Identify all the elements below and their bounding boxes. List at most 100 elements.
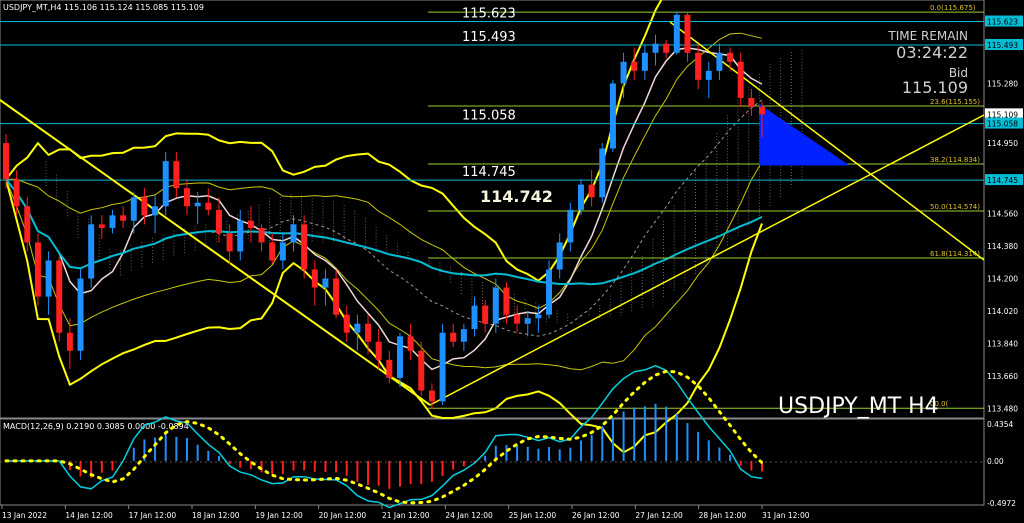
candle-body: [66, 332, 73, 351]
candle-body: [98, 224, 105, 228]
time-remain-value: 03:24:22: [896, 43, 968, 62]
fib-label: 38.2(114.834): [930, 156, 980, 164]
price-axis-label: 113.840: [987, 340, 1018, 349]
highlight-price-label: 114.742: [480, 187, 553, 206]
fib-label: 50.0(114.574): [930, 203, 980, 211]
time-axis-label: 31 Jan 12:00: [762, 511, 810, 520]
bid-value: 115.109: [902, 78, 968, 97]
candle-body: [588, 184, 595, 198]
time-axis-label: 20 Jan 12:00: [319, 511, 367, 520]
candle-body: [322, 278, 329, 288]
candle-body: [258, 227, 265, 243]
time-axis-label: 19 Jan 12:00: [255, 511, 303, 520]
price-axis-label: 113.660: [987, 372, 1018, 381]
candle-body: [205, 202, 212, 210]
price-axis-label: 114.200: [987, 275, 1018, 284]
macd-axis-label: 0.4354: [987, 420, 1013, 429]
candle-body: [759, 106, 765, 115]
time-axis-label: 26 Jan 12:00: [572, 511, 620, 520]
candle-body: [333, 278, 340, 315]
candle-body: [194, 202, 201, 207]
price-axis-label: 114.380: [987, 242, 1018, 251]
price-axis-label: 115.493: [987, 41, 1018, 50]
candle-body: [184, 188, 191, 207]
candle-body: [162, 161, 169, 207]
candle-body: [450, 332, 457, 342]
symbol-watermark: USDJPY_MT H4: [778, 394, 939, 419]
candle-body: [439, 332, 446, 402]
candle-body: [418, 350, 425, 391]
candle-body: [269, 242, 276, 261]
symbol-info-header: USDJPY_MT,H4 115.106 115.124 115.085 115…: [3, 3, 204, 12]
candle-body: [141, 197, 148, 216]
candle-body: [120, 215, 127, 221]
candle-body: [577, 184, 584, 210]
candle-body: [173, 161, 180, 189]
candle-body: [34, 242, 41, 297]
candle-body: [641, 52, 648, 71]
fib-label: 0.0(115.675): [930, 4, 976, 12]
candle-body: [428, 390, 435, 402]
candle-body: [365, 323, 372, 342]
candle-body: [695, 52, 702, 80]
candle-body: [386, 359, 393, 378]
candle-body: [556, 242, 563, 270]
candle-body: [237, 220, 244, 252]
candle-body: [56, 260, 63, 333]
candle-body: [13, 179, 20, 207]
price-axis-label: 114.950: [987, 139, 1018, 148]
candle-body: [311, 269, 318, 288]
candle-body: [503, 287, 510, 315]
candle-body: [663, 43, 670, 53]
time-axis-label: 28 Jan 12:00: [699, 511, 747, 520]
candle-body: [748, 97, 755, 107]
price-axis-label: 114.745: [987, 176, 1018, 185]
candle-body: [130, 197, 137, 221]
candle-body: [471, 305, 478, 330]
candle-body: [301, 224, 308, 270]
candle-body: [705, 70, 712, 80]
candle-body: [652, 43, 659, 53]
candle-body: [535, 314, 542, 319]
price-axis-label: 115.058: [987, 120, 1018, 129]
time-axis-label: 21 Jan 12:00: [382, 511, 430, 520]
candle-body: [290, 224, 297, 243]
candle-body: [482, 305, 489, 324]
candle-body: [77, 278, 84, 351]
candle-body: [716, 52, 723, 71]
candle-body: [375, 341, 382, 360]
candle-body: [546, 269, 553, 315]
fib-label: 23.6(115.155): [930, 98, 980, 106]
price-axis-label: 114.560: [987, 210, 1018, 219]
time-axis-label: 13 Jan 2022: [2, 511, 47, 520]
candle-body: [396, 336, 403, 378]
time-axis-label: 14 Jan 12:00: [65, 511, 113, 520]
candle-body: [609, 83, 616, 149]
time-axis-label: 27 Jan 12:00: [635, 511, 683, 520]
macd-label: MACD(12,26,9) 0.2190 0.3085 0.0000 -0.08…: [3, 422, 189, 431]
price-axis-label: 115.280: [987, 79, 1018, 88]
price-axis-label: 113.480: [987, 405, 1018, 414]
candle-body: [684, 14, 691, 53]
time-axis-label: 18 Jan 12:00: [192, 511, 240, 520]
level-label: 115.058: [462, 109, 516, 124]
price-axis-label: 114.020: [987, 307, 1018, 316]
candle-body: [737, 61, 744, 98]
candle-body: [492, 287, 499, 324]
macd-axis-label: 0.00: [987, 457, 1004, 466]
candle-body: [226, 233, 233, 252]
level-label: 114.745: [462, 165, 516, 180]
candle-body: [460, 329, 467, 342]
candle-body: [88, 224, 95, 279]
level-label: 115.493: [462, 30, 516, 45]
macd-axis-label: -0.4972: [987, 499, 1016, 508]
candle-body: [354, 323, 361, 333]
candle-body: [524, 318, 531, 324]
candle-body: [727, 52, 734, 62]
price-axis-label: 115.623: [987, 18, 1018, 27]
candle-body: [45, 260, 52, 297]
candle-body: [343, 314, 350, 333]
trading-chart[interactable]: 0.0(115.675) 23.6(115.155) 38.2(114.834) 50…: [0, 0, 1024, 523]
candle-body: [567, 209, 574, 243]
candle-body: [152, 206, 159, 216]
